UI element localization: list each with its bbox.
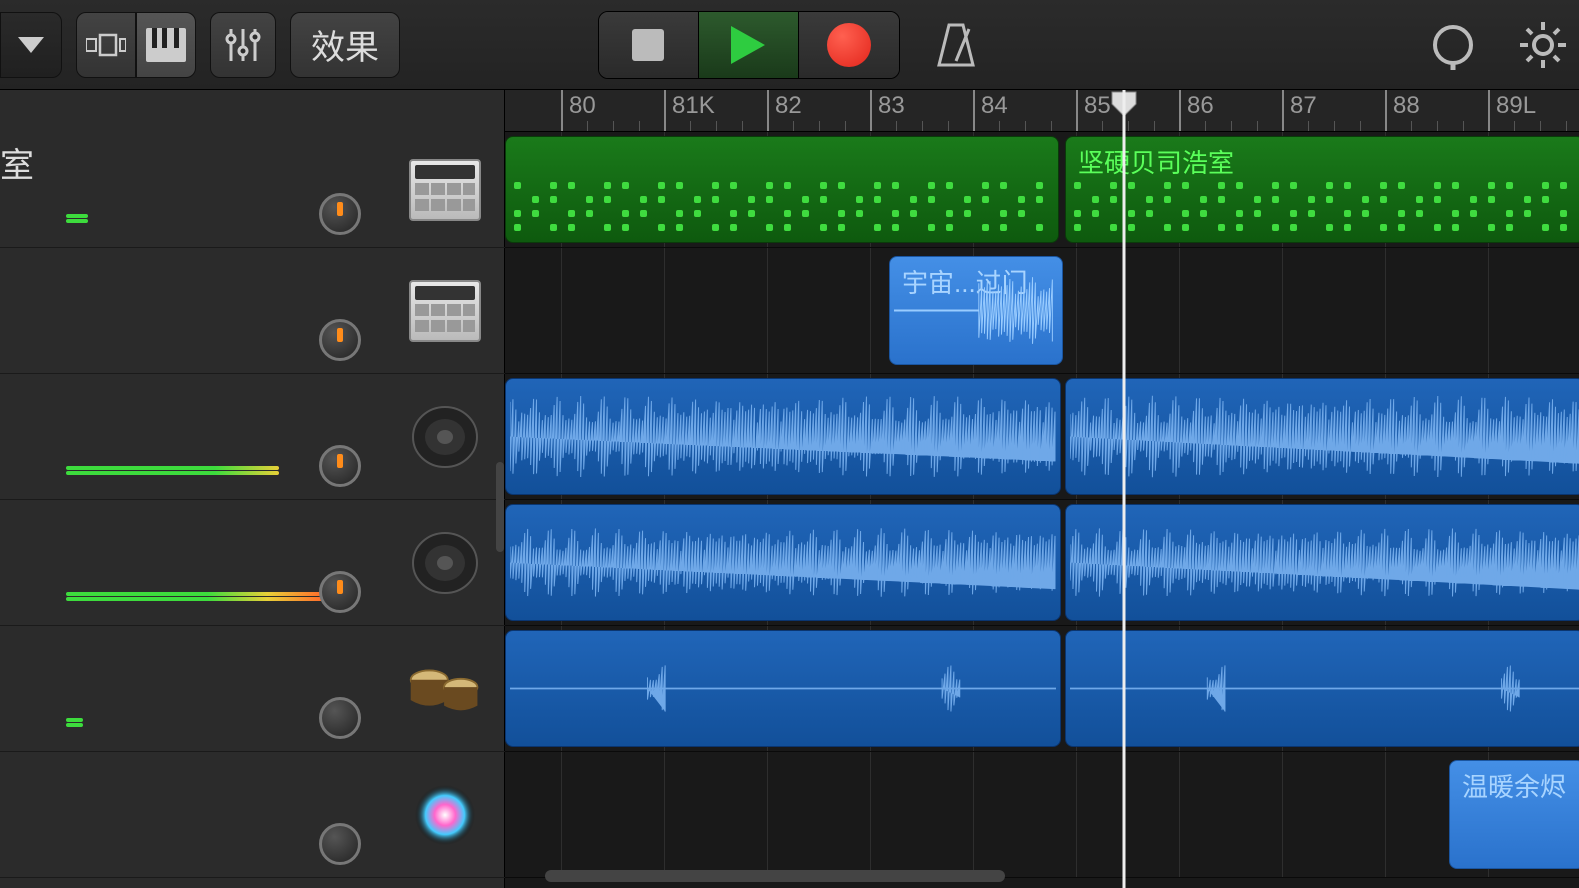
- metronome-icon[interactable]: [930, 19, 982, 71]
- audio-clip[interactable]: [1065, 378, 1579, 495]
- volume-knob[interactable]: [319, 445, 361, 487]
- track-header[interactable]: [0, 132, 505, 248]
- track-header[interactable]: [0, 752, 505, 878]
- track-lane[interactable]: 温暖余烬: [505, 752, 1579, 878]
- ruler-mark: 89L: [1488, 90, 1490, 131]
- audio-clip[interactable]: [1065, 630, 1579, 747]
- ruler-mark: 81K: [664, 90, 666, 131]
- ruler-mark: 85: [1076, 90, 1078, 131]
- ruler-mark: 84: [973, 90, 975, 131]
- volume-knob[interactable]: [319, 193, 361, 235]
- record-button[interactable]: [799, 12, 899, 78]
- top-toolbar: 效果: [0, 0, 1579, 90]
- playhead[interactable]: [1123, 90, 1126, 888]
- loop-icon[interactable]: [1427, 19, 1479, 71]
- level-meter: [66, 591, 324, 601]
- view-mode-segment[interactable]: [76, 12, 196, 78]
- level-meter: [66, 717, 83, 727]
- volume-knob[interactable]: [319, 823, 361, 865]
- midi-clip[interactable]: 坚硬贝司浩室: [1065, 136, 1579, 243]
- timeline: 80 81K 82 83 84 85 86 87 88 89L 坚硬贝司浩室宇宙...过门温暖余烬: [505, 90, 1579, 888]
- instrument-icon[interactable]: [407, 273, 483, 349]
- track-header[interactable]: [0, 500, 505, 626]
- ruler-mark: 87: [1282, 90, 1284, 131]
- audio-clip[interactable]: [505, 630, 1061, 747]
- clip-label: 坚硬贝司浩室: [1078, 143, 1234, 180]
- effects-button[interactable]: 效果: [290, 12, 400, 78]
- keyboard-view-icon[interactable]: [136, 12, 196, 78]
- ruler-mark: 82: [767, 90, 769, 131]
- instrument-icon[interactable]: [407, 152, 483, 228]
- ruler-mark: 83: [870, 90, 872, 131]
- track-header[interactable]: [0, 626, 505, 752]
- audio-clip[interactable]: 温暖余烬: [1449, 760, 1579, 869]
- track-lane[interactable]: [505, 626, 1579, 752]
- horizontal-scrollbar[interactable]: [545, 870, 1005, 882]
- midi-clip[interactable]: [505, 136, 1059, 243]
- audio-clip[interactable]: [1065, 504, 1579, 621]
- ruler-mark: 86: [1179, 90, 1181, 131]
- track-header[interactable]: [0, 374, 505, 500]
- mixer-button[interactable]: [210, 12, 276, 78]
- track-header[interactable]: [0, 248, 505, 374]
- transport-controls: [598, 11, 900, 79]
- play-button[interactable]: [699, 12, 799, 78]
- audio-clip[interactable]: [505, 504, 1061, 621]
- level-meter: [66, 213, 88, 223]
- clip-label: 温暖余烬: [1462, 767, 1566, 804]
- instrument-icon[interactable]: [407, 777, 483, 853]
- view-dropdown[interactable]: [0, 12, 62, 78]
- track-lane[interactable]: [505, 374, 1579, 500]
- volume-knob[interactable]: [319, 319, 361, 361]
- track-headers-panel: 室: [0, 90, 505, 888]
- instrument-icon[interactable]: [407, 651, 483, 727]
- audio-clip[interactable]: [505, 378, 1061, 495]
- ruler-mark: 88: [1385, 90, 1387, 131]
- settings-gear-icon[interactable]: [1517, 19, 1569, 71]
- track-lane[interactable]: 坚硬贝司浩室: [505, 132, 1579, 248]
- instrument-icon[interactable]: [407, 525, 483, 601]
- volume-knob[interactable]: [319, 697, 361, 739]
- audio-clip[interactable]: 宇宙...过门: [889, 256, 1063, 365]
- vertical-scrollbar[interactable]: [496, 462, 504, 552]
- tracks-view-icon[interactable]: [76, 12, 136, 78]
- track-lane[interactable]: [505, 500, 1579, 626]
- stop-button[interactable]: [599, 12, 699, 78]
- level-meter: [66, 465, 279, 475]
- volume-knob[interactable]: [319, 571, 361, 613]
- instrument-icon[interactable]: [407, 399, 483, 475]
- time-ruler[interactable]: 80 81K 82 83 84 85 86 87 88 89L: [505, 90, 1579, 132]
- ruler-mark: 80: [561, 90, 563, 131]
- track-lane[interactable]: 宇宙...过门: [505, 248, 1579, 374]
